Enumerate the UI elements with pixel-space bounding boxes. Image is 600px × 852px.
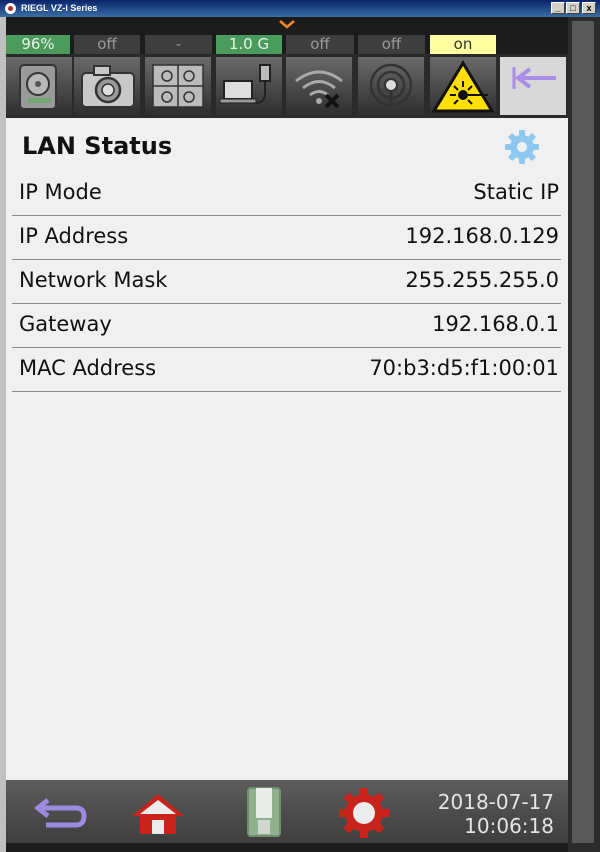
list-item: IP Address 192.168.0.129 — [12, 216, 561, 260]
storage-icon — [19, 64, 57, 110]
row-value: 255.255.255.0 — [405, 268, 559, 292]
chevron-down-icon[interactable] — [278, 17, 296, 31]
registration-button[interactable] — [145, 57, 211, 115]
current-time: 10:06:18 — [464, 814, 554, 838]
lan-status-panel: LAN Status IP Mode Static IP IP Address … — [6, 118, 568, 780]
list-item: Gateway 192.168.0.1 — [12, 304, 561, 348]
list-item: Network Mask 255.255.255.0 — [12, 260, 561, 304]
settings-gear-icon[interactable] — [334, 780, 394, 843]
window-titlebar: RIEGL VZ-i Series _ □ x — [0, 0, 600, 17]
lan-icon — [219, 64, 271, 104]
list-item: MAC Address 70:b3:d5:f1:00:01 — [12, 348, 561, 392]
row-value: 70:b3:d5:f1:00:01 — [369, 356, 559, 380]
camera-status: off — [74, 35, 140, 54]
lan-button[interactable] — [216, 57, 282, 115]
antenna-icon — [369, 63, 413, 111]
laser-status: on — [430, 35, 496, 54]
window-frame-bottom — [6, 843, 568, 852]
row-label: IP Address — [19, 224, 129, 248]
back-icon[interactable] — [28, 780, 88, 843]
list-item: IP Mode Static IP — [12, 172, 561, 216]
wifi-status: off — [286, 35, 354, 54]
row-label: MAC Address — [19, 356, 157, 380]
storage-button[interactable] — [6, 57, 72, 115]
scrollbar-thumb[interactable] — [572, 21, 594, 843]
row-value: 192.168.0.1 — [432, 312, 559, 336]
current-date: 2018-07-17 — [437, 790, 554, 814]
laser-warning-icon — [431, 60, 495, 113]
registration-status: - — [145, 35, 212, 54]
gnss-status: off — [358, 35, 425, 54]
camera-button[interactable] — [74, 57, 140, 115]
camera-icon — [81, 65, 135, 108]
laser-button[interactable] — [430, 57, 496, 115]
lan-status: 1.0 G — [216, 35, 282, 54]
bottom-bar: 2018-07-17 10:06:18 — [6, 780, 568, 843]
row-value: Static IP — [473, 180, 559, 204]
row-label: Gateway — [19, 312, 112, 336]
datetime-display: 2018-07-17 10:06:18 — [394, 790, 554, 838]
minimize-button[interactable]: _ — [551, 2, 565, 14]
scanner-icon[interactable] — [234, 780, 294, 843]
registration-icon — [152, 64, 204, 108]
wifi-button[interactable] — [286, 57, 352, 115]
close-button[interactable]: x — [582, 2, 596, 14]
row-label: IP Mode — [19, 180, 102, 204]
gnss-button[interactable] — [358, 57, 424, 115]
row-label: Network Mask — [19, 268, 168, 292]
window-title: RIEGL VZ-i Series — [21, 3, 98, 13]
collapse-panel-button[interactable] — [500, 57, 566, 115]
row-value: 192.168.0.129 — [405, 224, 559, 248]
home-icon[interactable] — [128, 780, 188, 843]
gear-icon[interactable] — [502, 127, 542, 167]
battery-status: 96% — [6, 35, 70, 54]
wifi-off-icon — [295, 70, 343, 109]
app-logo-icon — [5, 3, 16, 14]
maximize-button[interactable]: □ — [566, 2, 580, 14]
collapse-left-icon — [512, 67, 556, 89]
page-title: LAN Status — [22, 132, 173, 160]
